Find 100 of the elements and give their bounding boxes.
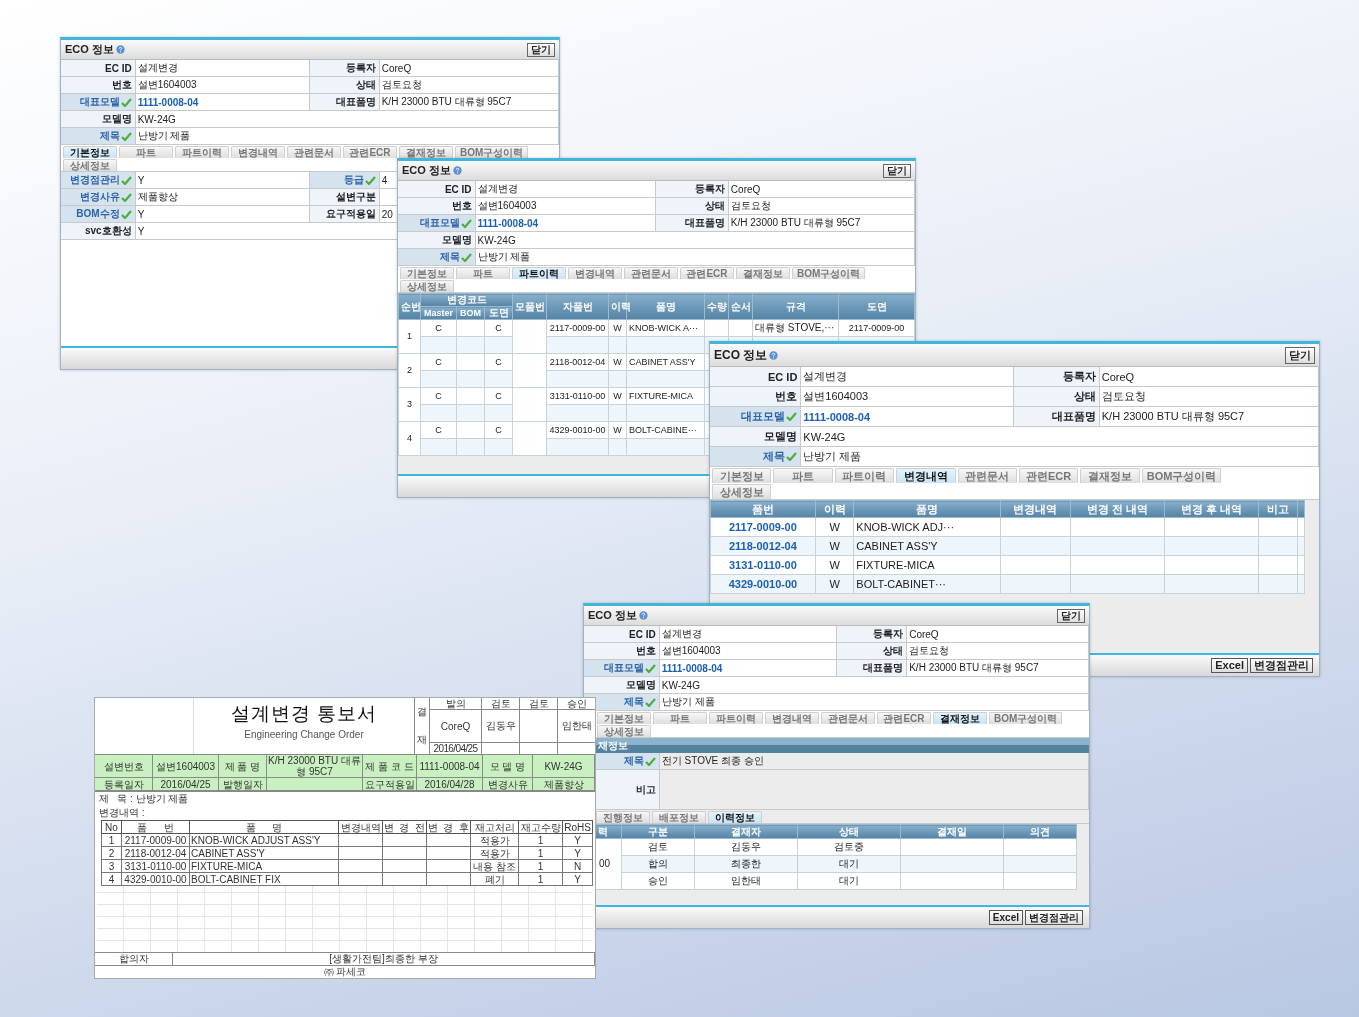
field-value: CoreQ [1101, 370, 1135, 383]
field-label: 제목 [99, 129, 120, 143]
check-icon [120, 175, 132, 185]
footer-button[interactable]: 변경점관리 [1025, 910, 1083, 925]
tab[interactable]: BOM구성이력 [1141, 468, 1222, 483]
tab[interactable]: BOM구성이력 [455, 146, 529, 158]
footer-button[interactable]: 변경점관리 [1250, 658, 1313, 673]
table-cell: 4 [101, 872, 122, 886]
tab[interactable]: 관련ECR [680, 267, 734, 279]
field-label: 설변구분 [335, 190, 376, 204]
approval-label: 재 [417, 733, 427, 747]
column-header: 품 명 [189, 820, 339, 834]
model-link[interactable]: 1111-0008-04 [661, 662, 723, 674]
field-label: 제목 [623, 695, 644, 709]
table-cell: 1 [518, 872, 563, 886]
footer-button[interactable]: Excel [988, 910, 1023, 925]
tab[interactable]: 관련문서 [287, 146, 341, 158]
tab[interactable]: 변경내역 [568, 267, 622, 279]
tab[interactable]: 파트 [773, 468, 833, 483]
field-label: 등록자 [873, 627, 904, 641]
tab[interactable]: 관련문서 [624, 267, 678, 279]
column-header: 변경내역 [338, 820, 383, 834]
column-header: 품명 [853, 500, 1001, 518]
field-value: Y [137, 208, 145, 220]
footer-label: 합의자 [95, 953, 173, 965]
field-label: EC ID [629, 628, 656, 640]
table-cell: Y [562, 833, 593, 847]
tab[interactable]: 파트 [653, 712, 707, 724]
model-link[interactable]: 1111-0008-04 [477, 217, 539, 229]
approver-name: 임한태 [557, 710, 595, 743]
tab[interactable]: 기본정보 [597, 712, 651, 724]
check-icon [364, 175, 376, 185]
tab[interactable]: 파트이력 [512, 267, 566, 279]
tab[interactable]: 기본정보 [63, 146, 117, 158]
close-button[interactable]: 닫기 [883, 163, 911, 178]
tab[interactable]: BOM구성이력 [792, 267, 866, 279]
close-button[interactable]: 닫기 [1057, 608, 1085, 623]
document-title: 설계변경 통보서 [230, 702, 378, 726]
help-icon [769, 350, 779, 360]
info-label: 모 델 명 [483, 755, 533, 778]
field-label: 모델명 [101, 112, 132, 126]
tab[interactable]: 상세정보 [712, 484, 772, 499]
column-header: 모품번 [512, 293, 547, 320]
window-title: ECO 정보 [588, 608, 637, 623]
column-header: 규격 [752, 293, 839, 320]
tab[interactable]: 상세정보 [400, 280, 454, 292]
tab[interactable]: 관련문서 [821, 712, 875, 724]
column-header: 순번 [398, 293, 421, 320]
tab[interactable]: 관련ECR [877, 712, 931, 724]
window-title: ECO 정보 [714, 346, 768, 364]
model-link[interactable]: 1111-0008-04 [137, 96, 199, 108]
tab[interactable]: 결재정보 [1080, 468, 1140, 483]
approver-name: CoreQ [429, 710, 481, 743]
field-value: K/H 23000 BTU 대류형 95C7 [730, 216, 861, 230]
tab[interactable]: 파트이력 [709, 712, 763, 724]
tab[interactable]: 관련ECR [343, 146, 397, 158]
tab[interactable]: 상세정보 [63, 159, 117, 171]
tab[interactable]: 관련ECR [1018, 468, 1079, 483]
tab[interactable]: 이력정보 [708, 811, 762, 823]
field-label: svc호환성 [85, 224, 132, 238]
table-cell: 1 [518, 846, 563, 860]
tab[interactable]: BOM구성이력 [989, 712, 1063, 724]
field-label: 변경점관리 [69, 173, 120, 187]
field-value: 20 [381, 208, 393, 220]
footer-button[interactable]: Excel [1211, 658, 1248, 673]
tab[interactable]: 관련문서 [957, 468, 1017, 483]
tab[interactable]: 변경내역 [231, 146, 285, 158]
column-header: RoHS [562, 820, 593, 834]
column-header: 결재자 [694, 824, 798, 839]
tab[interactable]: 파트이력 [175, 146, 229, 158]
field-value: Y [137, 174, 145, 186]
tab[interactable]: 상세정보 [597, 725, 651, 737]
tab[interactable]: 파트이력 [834, 468, 895, 483]
field-value: 설계변경 [803, 369, 848, 384]
field-value: 난방기 제품 [803, 449, 862, 464]
table-cell: 적용가 [470, 846, 519, 860]
field-label: 등급 [343, 173, 364, 187]
tab[interactable]: 파트 [119, 146, 173, 158]
field-label: 요구적용일 [325, 207, 376, 221]
model-link[interactable]: 1111-0008-04 [803, 410, 871, 423]
close-button[interactable]: 닫기 [1285, 346, 1315, 364]
tab[interactable]: 기본정보 [400, 267, 454, 279]
field-value: 설계변경 [137, 61, 178, 75]
tab[interactable]: 파트 [456, 267, 510, 279]
field-label: EC ID [768, 370, 798, 383]
approval-date: 2016/04/25 [429, 743, 481, 754]
check-icon [644, 663, 656, 673]
tab[interactable]: 변경내역 [896, 468, 956, 483]
tab[interactable]: 결재정보 [933, 712, 987, 724]
tab[interactable]: 기본정보 [712, 468, 772, 483]
tab[interactable]: 결재정보 [736, 267, 790, 279]
field-value: 설변1604003 [477, 199, 537, 213]
field-label: 비고 [635, 782, 656, 797]
approval-label: 결 [417, 705, 427, 719]
tab[interactable]: 배포정보 [652, 811, 706, 823]
tab[interactable]: 변경내역 [765, 712, 819, 724]
close-button[interactable]: 닫기 [527, 42, 555, 57]
tab[interactable]: 진행정보 [596, 811, 650, 823]
table-cell: 2117-0009-00 [121, 833, 190, 847]
tab[interactable]: 결재정보 [399, 146, 453, 158]
